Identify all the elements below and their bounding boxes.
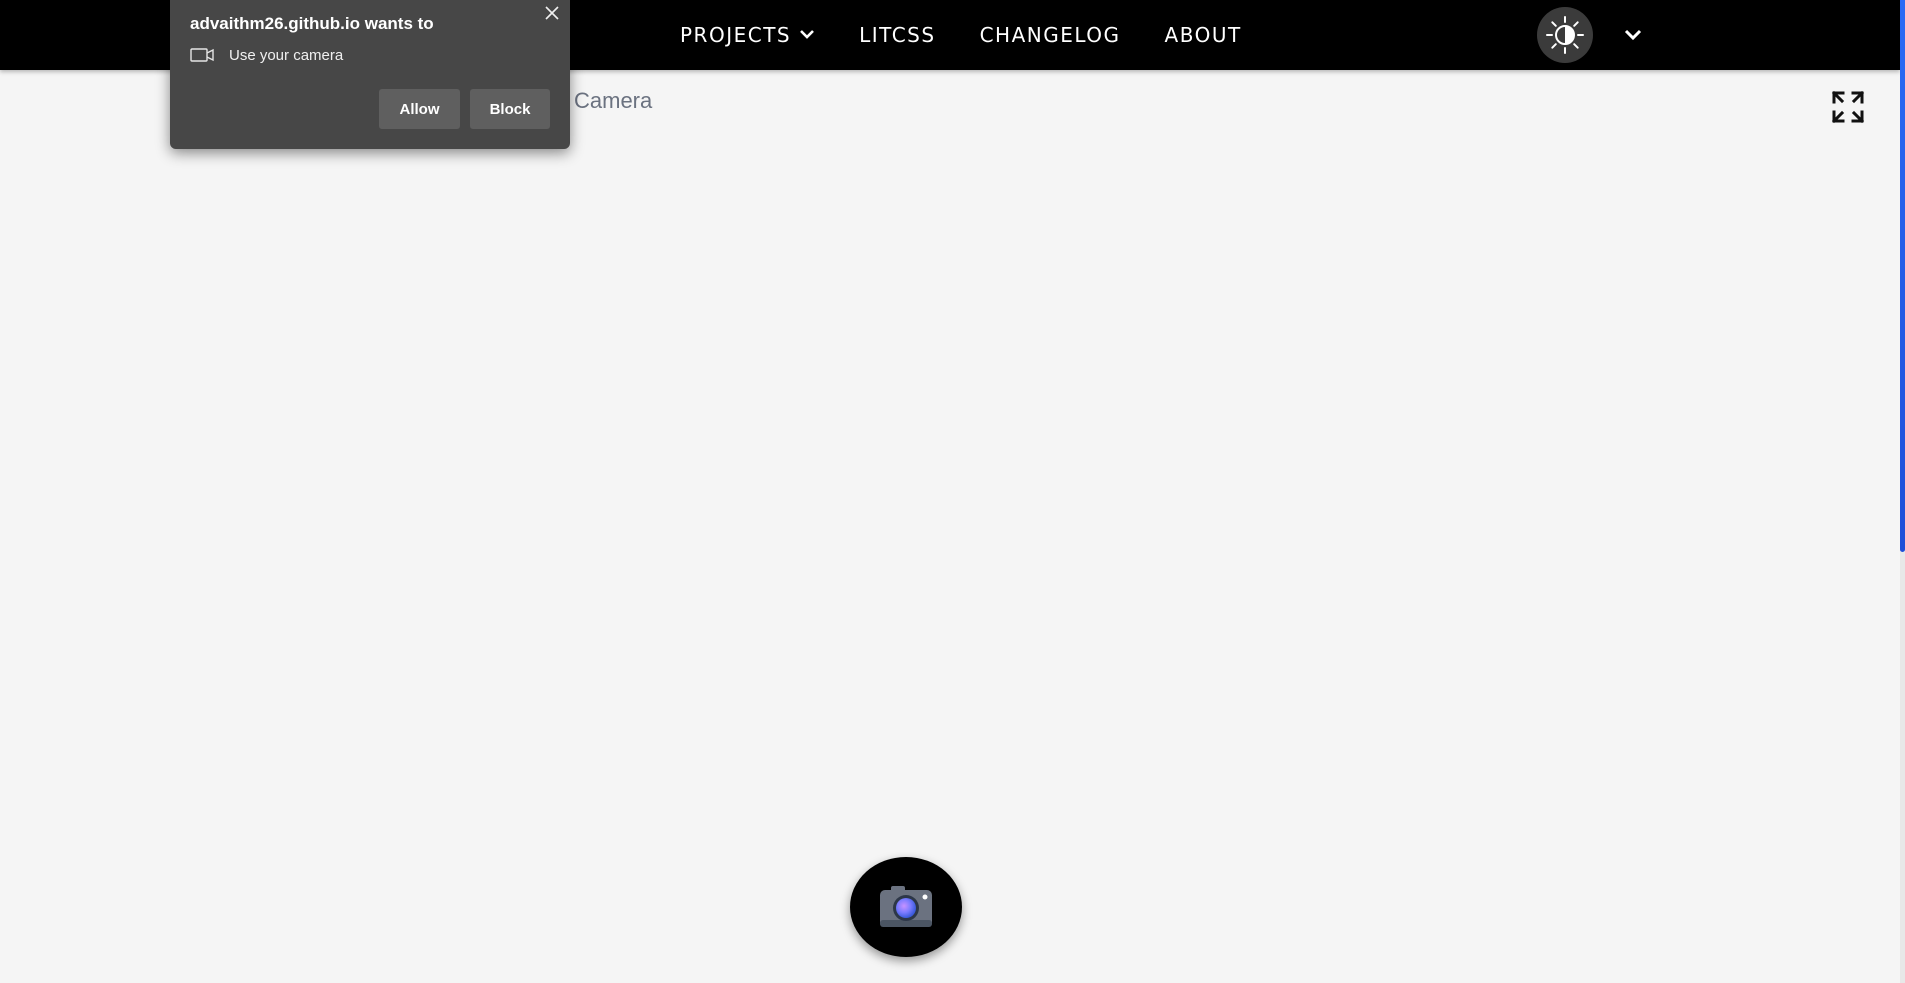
nav-link-projects-label: PROJECTS xyxy=(680,23,792,47)
nav-link-about[interactable]: ABOUT xyxy=(1165,23,1242,47)
popup-close-button[interactable] xyxy=(542,3,562,23)
page: PROJECTS LITCSS CHANGELOG ABOUT Camera a… xyxy=(0,0,1905,983)
nav-link-litcss-label: LITCSS xyxy=(859,23,936,47)
menu-chevron-button[interactable] xyxy=(1622,25,1644,45)
close-icon xyxy=(545,6,559,20)
nav-link-projects[interactable]: PROJECTS xyxy=(680,23,815,47)
nav-link-changelog-label: CHANGELOG xyxy=(979,23,1121,47)
nav-links: PROJECTS LITCSS CHANGELOG ABOUT xyxy=(680,0,1286,70)
page-title: Camera xyxy=(574,88,653,113)
theme-toggle-button[interactable] xyxy=(1537,7,1593,63)
chevron-down-icon xyxy=(799,29,815,41)
fullscreen-button[interactable] xyxy=(1831,90,1865,124)
brightness-contrast-icon xyxy=(1546,16,1584,54)
permission-title: advaithm26.github.io wants to xyxy=(190,14,434,33)
capture-photo-button[interactable] xyxy=(850,857,962,957)
permission-request-label: Use your camera xyxy=(229,46,344,64)
nav-link-litcss[interactable]: LITCSS xyxy=(859,23,935,47)
expand-icon xyxy=(1831,90,1865,124)
camera-permission-popup: advaithm26.github.io wants to Use your c… xyxy=(170,0,570,149)
video-camera-icon xyxy=(190,46,214,64)
block-button[interactable]: Block xyxy=(470,89,550,129)
allow-button[interactable]: Allow xyxy=(379,89,460,129)
nav-link-changelog[interactable]: CHANGELOG xyxy=(980,23,1121,47)
chevron-down-icon xyxy=(1624,29,1642,41)
camera-icon xyxy=(880,886,932,927)
nav-link-about-label: ABOUT xyxy=(1164,23,1242,47)
permission-request-row: Use your camera xyxy=(190,46,343,64)
scrollbar-thumb[interactable] xyxy=(1900,0,1905,552)
